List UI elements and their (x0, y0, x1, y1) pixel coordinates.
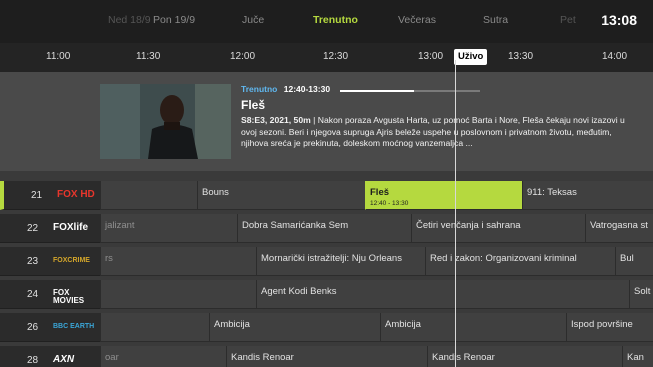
epg-grid: 21 FOX HD Bouns Fleš 12:40 - 13:30 911: … (0, 171, 653, 367)
channel-row: 28 AXN oar Kandis Renoar Kandis Renoar K… (0, 346, 653, 367)
time-tick: 12:00 (230, 51, 256, 62)
fox-crime-logo: FOXCRIME (53, 257, 90, 264)
day-tab[interactable]: Pon 19/9 (153, 14, 195, 26)
program-time: 12:40 - 13:30 (370, 200, 409, 207)
program-cell[interactable] (100, 280, 256, 309)
channel-number: 22 (27, 223, 39, 234)
channel-cell[interactable]: 28 AXN (0, 346, 100, 367)
program-cell[interactable]: Ambicija (380, 313, 566, 342)
program-cell[interactable]: Ambicija (209, 313, 380, 342)
fox-movies-logo: FOX MOVIES (53, 288, 85, 305)
program-cell[interactable]: Kandis Renoar (427, 346, 622, 367)
channel-row: 22 FOXlife jalizant Dobra Samarićanka Se… (0, 214, 653, 243)
program-title: Fleš (370, 187, 390, 198)
program-cell[interactable]: Mornarički istražitelji: Nju Orleans (256, 247, 425, 276)
program-cell[interactable]: Kandis Renoar (226, 346, 427, 367)
channel-row: 24 FOX MOVIES Agent Kodi Benks Solt (0, 280, 653, 309)
axn-logo: AXN (53, 354, 75, 365)
channel-cell[interactable]: 26 BBC EARTH (0, 313, 100, 342)
day-tab[interactable]: Sutra (483, 14, 508, 26)
current-time-line (455, 60, 456, 367)
program-cell[interactable]: jalizant (100, 214, 237, 243)
program-cell[interactable]: Ispod površine (566, 313, 653, 342)
program-cell[interactable]: Solt (629, 280, 653, 309)
program-cell[interactable]: Dobra Samarićanka Sem (237, 214, 411, 243)
time-tick: 14:00 (602, 51, 628, 62)
channel-row: 23 FOXCRIME rs Mornarički istražitelji: … (0, 247, 653, 276)
program-cell[interactable]: Bul (615, 247, 653, 276)
clock: 13:08 (601, 12, 637, 28)
time-tick: 11:00 (46, 51, 71, 62)
program-cell[interactable]: Vatrogasna st (585, 214, 653, 243)
program-description: S8:E3, 2021, 50m | Nakon poraza Avgusta … (241, 115, 625, 148)
program-cell[interactable]: Kan (622, 346, 653, 367)
day-navigation: Ned 18/9 Pon 19/9 Juče Trenutno Večeras … (0, 0, 653, 43)
program-cell[interactable]: Četiri venčanja i sahrana (411, 214, 585, 243)
time-tick: 11:30 (136, 51, 161, 62)
time-line: Trenutno 12:40-13:30 (241, 84, 641, 94)
day-tab[interactable]: Ned 18/9 (108, 14, 151, 26)
day-tab[interactable]: Večeras (398, 14, 436, 26)
time-tick: 13:00 (418, 51, 444, 62)
time-range: 12:40-13:30 (283, 84, 331, 94)
channel-row: 26 BBC EARTH Ambicija Ambicija Ispod pov… (0, 313, 653, 342)
channel-cell[interactable]: 24 FOX MOVIES (0, 280, 100, 309)
channel-cell[interactable]: 22 FOXlife (0, 214, 100, 243)
program-cell[interactable] (100, 181, 197, 210)
time-tick: 12:30 (323, 51, 349, 62)
time-ruler: 11:00 11:30 12:00 12:30 13:00 13:30 14:0… (0, 43, 653, 72)
progress-fill (340, 90, 415, 92)
program-cell[interactable]: 911: Teksas (522, 181, 653, 210)
program-title: Fleš (241, 98, 266, 112)
time-tick: 13:30 (508, 51, 534, 62)
program-cell-now[interactable]: Fleš 12:40 - 13:30 (365, 181, 522, 210)
program-meta: Trenutno 12:40-13:30 Fleš S8:E3, 2021, 5… (241, 84, 641, 150)
program-cell[interactable]: rs (100, 247, 256, 276)
episode-info: S8:E3, 2021, 50m (241, 115, 311, 125)
channel-row: 21 FOX HD Bouns Fleš 12:40 - 13:30 911: … (0, 181, 653, 210)
live-badge[interactable]: Uživo (454, 49, 488, 65)
bbc-earth-logo: BBC EARTH (53, 323, 95, 330)
channel-number: 23 (27, 256, 39, 267)
day-tab[interactable]: Pet (560, 14, 576, 26)
program-cell[interactable]: Bouns (197, 181, 365, 210)
now-label: Trenutno (241, 84, 278, 94)
day-tab[interactable]: Juče (242, 14, 264, 26)
day-tab-now[interactable]: Trenutno (313, 14, 358, 26)
program-thumbnail (100, 84, 231, 159)
program-cell[interactable]: Red i zakon: Organizovani kriminal (425, 247, 615, 276)
program-cell[interactable]: oar (100, 346, 226, 367)
channel-cell[interactable]: 23 FOXCRIME (0, 247, 100, 276)
program-cell[interactable] (100, 313, 209, 342)
thumbnail-image (100, 84, 231, 159)
channel-cell[interactable]: 21 FOX HD (0, 181, 100, 210)
channel-number: 24 (27, 289, 39, 300)
channel-number: 21 (31, 190, 43, 201)
fox-hd-logo: FOX HD (57, 189, 95, 200)
fox-life-logo: FOXlife (53, 222, 89, 233)
program-cell[interactable]: Agent Kodi Benks (256, 280, 629, 309)
channel-number: 26 (27, 322, 39, 333)
progress-bar (340, 90, 480, 92)
channel-number: 28 (27, 355, 39, 366)
